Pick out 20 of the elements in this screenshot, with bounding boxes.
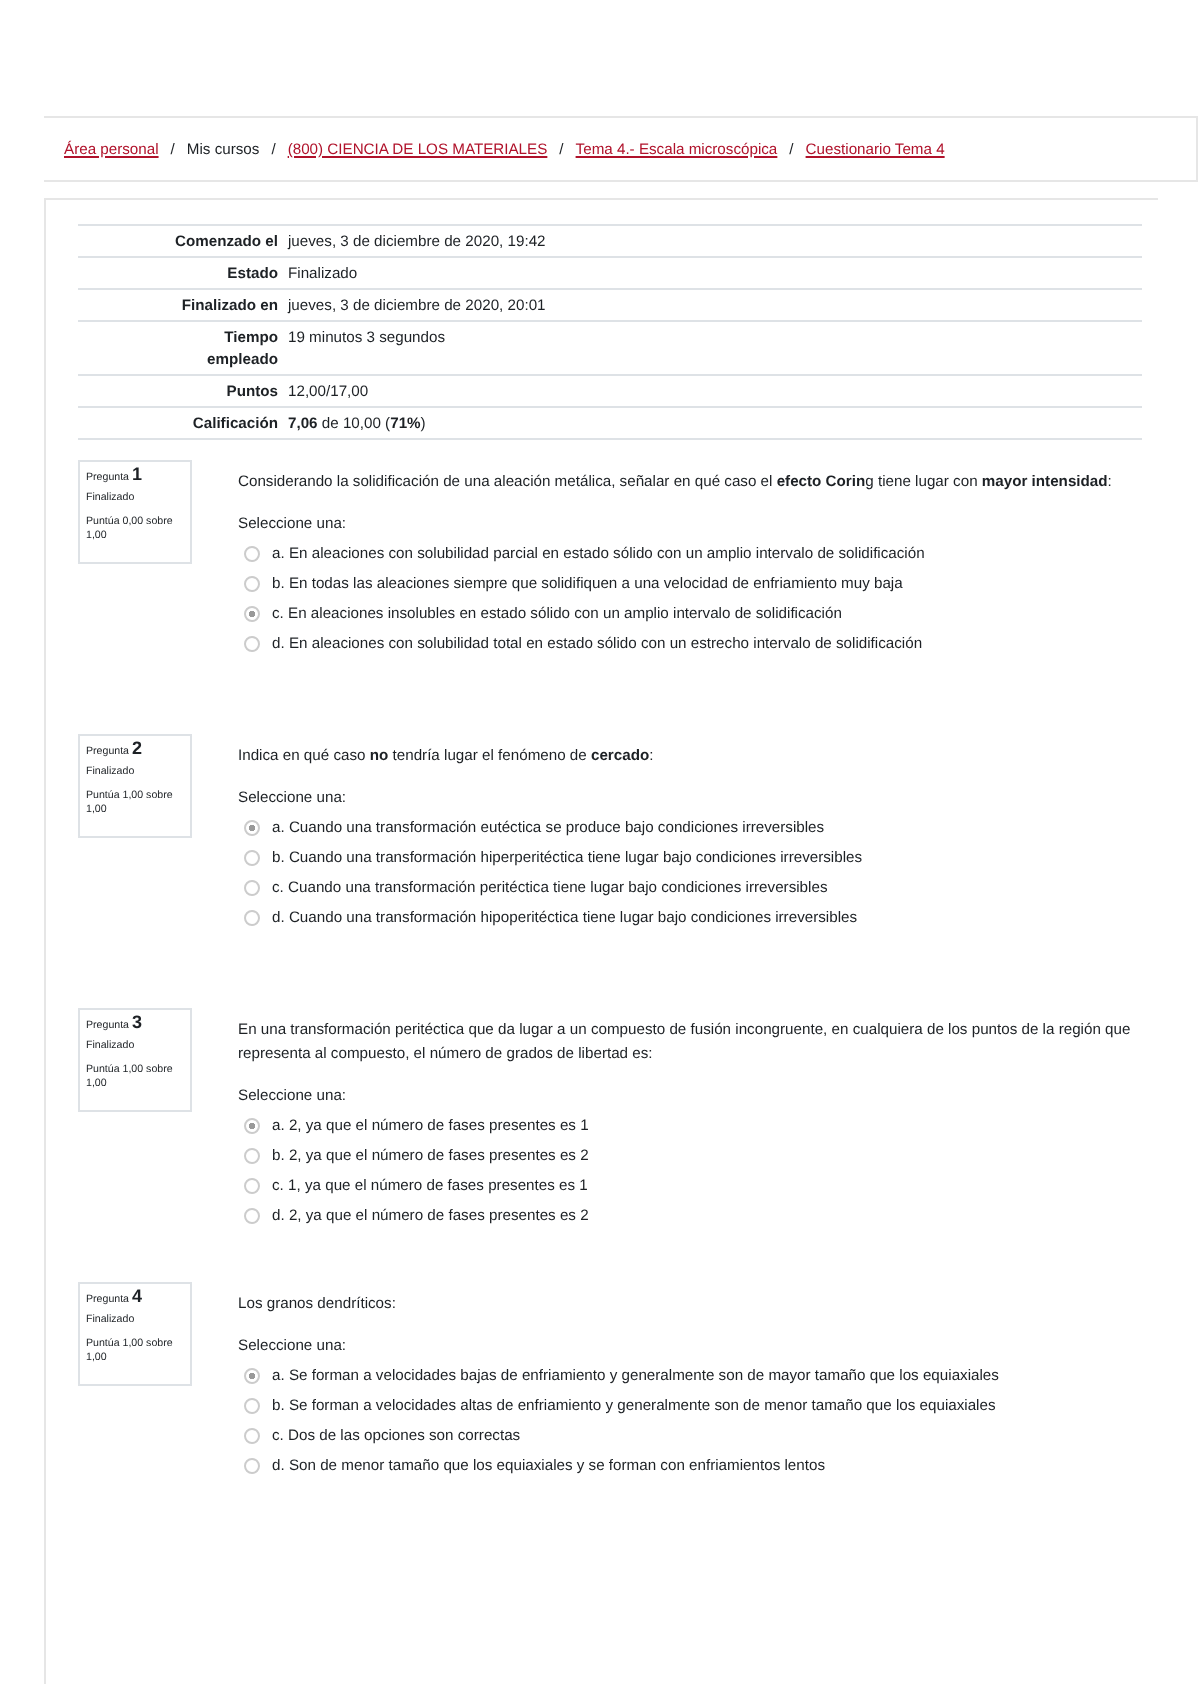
radio-button[interactable]	[244, 879, 260, 895]
radio-button[interactable]	[244, 1457, 260, 1473]
question-number: 4	[131, 1286, 142, 1306]
radio-button[interactable]	[244, 909, 260, 925]
radio-button[interactable]	[244, 605, 260, 621]
question-number: 3	[131, 1012, 142, 1032]
radio-button[interactable]	[244, 1147, 260, 1163]
radio-button[interactable]	[244, 1397, 260, 1413]
radio-button[interactable]	[244, 545, 260, 561]
radio-button[interactable]	[244, 819, 260, 835]
radio-button[interactable]	[244, 1177, 260, 1193]
radio-button[interactable]	[244, 1207, 260, 1223]
radio-button[interactable]	[244, 1367, 260, 1383]
radio-button[interactable]	[244, 575, 260, 591]
radio-button[interactable]	[244, 849, 260, 865]
radio-button[interactable]	[244, 1117, 260, 1133]
radio-button[interactable]	[244, 635, 260, 651]
question-number: 2	[131, 738, 142, 758]
question-number: 1	[131, 464, 142, 484]
radio-button[interactable]	[244, 1427, 260, 1443]
